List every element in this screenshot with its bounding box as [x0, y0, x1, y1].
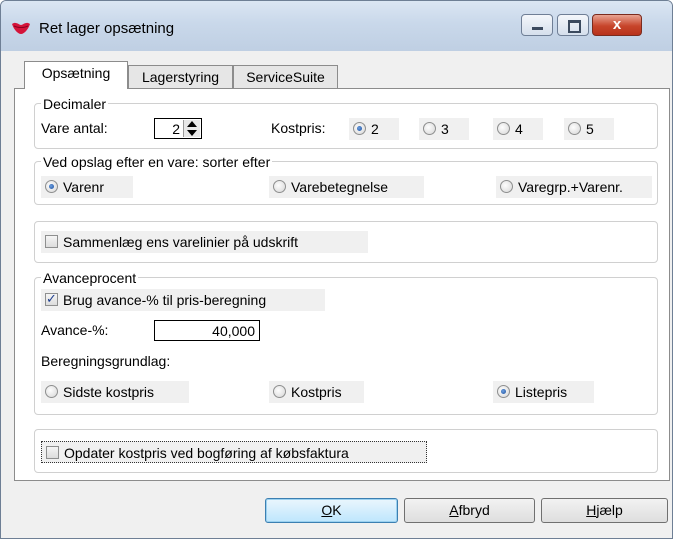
dialog-window: Ret lager opsætning x Opsætning Lagersty…	[0, 0, 673, 539]
ok-hotkey: O	[321, 502, 333, 518]
grundlag-radio-sidste-kostpris[interactable]: Sidste kostpris	[41, 381, 189, 403]
radio-icon	[497, 122, 510, 135]
kostpris-radio-2[interactable]: 2	[349, 118, 399, 140]
spin-down-icon[interactable]	[187, 130, 197, 136]
opdater-kostpris-checkbox[interactable]: Opdater kostpris ved bogføring af købsfa…	[41, 441, 427, 463]
hjaelp-label: jælp	[596, 502, 623, 518]
kostpris-radio-3[interactable]: 3	[419, 118, 469, 140]
beregningsgrundlag-label: Beregningsgrundlag:	[41, 353, 171, 369]
checkbox-label: Brug avance-% til pris-beregning	[63, 292, 267, 308]
radio-icon	[423, 122, 436, 135]
spin-up-icon[interactable]	[187, 121, 197, 127]
title-bar[interactable]: Ret lager opsætning x	[1, 1, 672, 51]
radio-label: Varegrp.+Varenr.	[518, 179, 623, 195]
afbryd-button[interactable]: Afbryd	[404, 498, 535, 523]
maximize-icon	[568, 20, 581, 33]
sort-radio-varebetegnelse[interactable]: Varebetegnelse	[269, 176, 424, 198]
minimize-icon	[532, 27, 543, 30]
kostpris-label: Kostpris:	[271, 120, 326, 136]
radio-icon	[500, 180, 513, 193]
tab-servicesuite[interactable]: ServiceSuite	[233, 65, 338, 89]
window-title: Ret lager opsætning	[39, 20, 175, 37]
tab-opsaetning[interactable]: Opsætning	[24, 61, 128, 89]
radio-selected-icon	[353, 122, 366, 135]
avance-legend: Avanceprocent	[41, 270, 139, 286]
checkbox-label: Sammenlæg ens varelinier på udskrift	[63, 234, 298, 250]
checkbox-label: Opdater kostpris ved bogføring af købsfa…	[64, 445, 349, 461]
sort-radio-varegrp[interactable]: Varegrp.+Varenr.	[496, 176, 652, 198]
decimaler-legend: Decimaler	[41, 96, 109, 112]
radio-label: 5	[586, 121, 594, 137]
radio-icon	[568, 122, 581, 135]
radio-label: Varenr	[63, 179, 104, 195]
radio-label: 2	[371, 121, 379, 137]
kostpris-radio-4[interactable]: 4	[493, 118, 543, 140]
sort-radio-varenr[interactable]: Varenr	[41, 176, 133, 198]
afbryd-hotkey: A	[449, 502, 459, 518]
ok-button[interactable]: OK	[265, 498, 398, 523]
grundlag-radio-kostpris[interactable]: Kostpris	[269, 381, 364, 403]
radio-icon	[273, 180, 286, 193]
radio-label: 4	[515, 121, 523, 137]
radio-selected-icon	[497, 385, 510, 398]
radio-label: 3	[441, 121, 449, 137]
avance-pct-label: Avance-%:	[41, 322, 109, 338]
radio-icon	[273, 385, 286, 398]
radio-icon	[45, 385, 58, 398]
kostpris-radio-5[interactable]: 5	[564, 118, 614, 140]
radio-label: Kostpris	[291, 384, 342, 400]
avance-pct-input[interactable]	[154, 320, 260, 341]
sort-legend: Ved opslag efter en vare: sorter efter	[41, 154, 273, 170]
brug-avance-checkbox[interactable]: Brug avance-% til pris-beregning	[41, 289, 325, 311]
close-button[interactable]: x	[592, 14, 642, 36]
hjaelp-hotkey: H	[586, 502, 597, 518]
maximize-button[interactable]	[557, 14, 589, 36]
radio-label: Sidste kostpris	[63, 384, 155, 400]
checkbox-icon	[45, 235, 58, 248]
afbryd-label: fbryd	[458, 502, 490, 518]
red-lips-icon	[12, 22, 30, 34]
vare-antal-value: 2	[172, 121, 180, 137]
tab-lagerstyring[interactable]: Lagerstyring	[128, 65, 233, 89]
ok-label: K	[332, 502, 342, 518]
vare-antal-label: Vare antal:	[41, 120, 108, 136]
hjaelp-button[interactable]: Hjælp	[541, 498, 668, 523]
sammenlaeg-checkbox[interactable]: Sammenlæg ens varelinier på udskrift	[41, 231, 368, 253]
close-icon: x	[612, 16, 622, 33]
radio-selected-icon	[45, 180, 58, 193]
radio-label: Varebetegnelse	[291, 179, 389, 195]
vare-antal-spinner[interactable]: 2	[154, 118, 202, 139]
spinner-arrows[interactable]	[183, 120, 200, 137]
grundlag-radio-listepris[interactable]: Listepris	[493, 381, 594, 403]
minimize-button[interactable]	[521, 14, 553, 36]
checkbox-icon	[46, 446, 59, 459]
checkbox-checked-icon	[45, 291, 58, 307]
radio-label: Listepris	[515, 384, 568, 400]
